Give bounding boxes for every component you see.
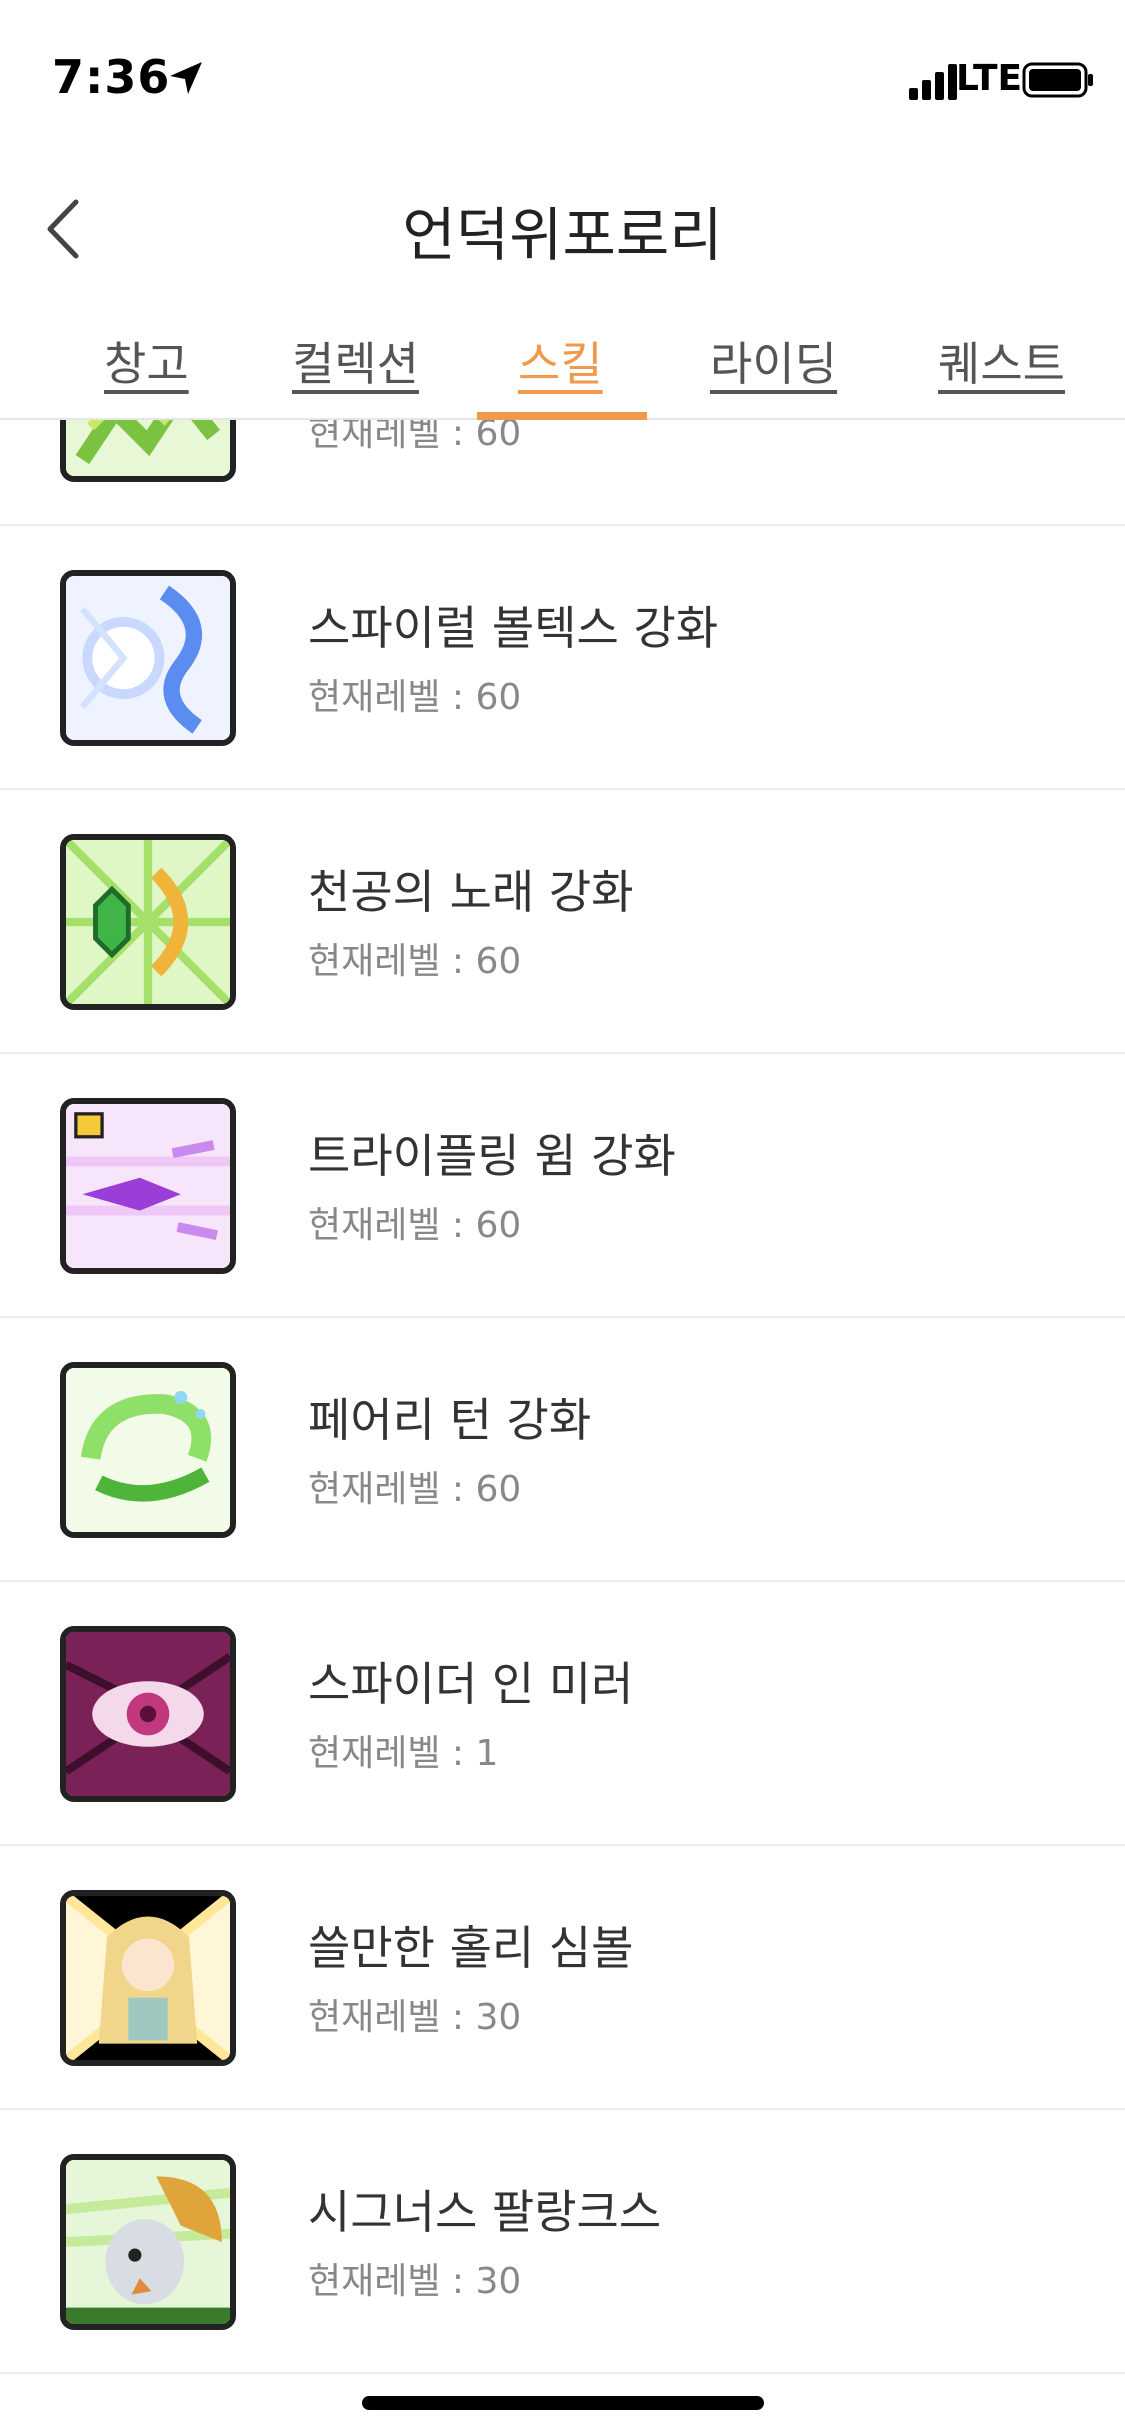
list-item[interactable]: 페어리 턴 강화 현재레벨 : 60 (0, 1318, 1125, 1582)
spiral-vortex-icon (60, 570, 236, 746)
list-item[interactable]: 스파이럴 볼텍스 강화 현재레벨 : 60 (0, 526, 1125, 790)
skill-name: 시그너스 팔랑크스 (308, 2185, 662, 2239)
skill-level: 현재레벨 : 60 (308, 941, 522, 982)
trifling-whim-icon (60, 1098, 236, 1274)
sky-song-icon (60, 834, 236, 1010)
list-item[interactable]: 쓸만한 홀리 심볼 현재레벨 : 30 (0, 1846, 1125, 2110)
list-item[interactable]: 시그너스 팔랑크스 현재레벨 : 30 (0, 2110, 1125, 2374)
skill-level: 현재레벨 : 60 (308, 420, 522, 454)
spider-in-mirror-icon (60, 1626, 236, 1802)
nav-header: 언덕위포로리 (0, 150, 1125, 300)
tab-skill[interactable]: 스킬 (518, 328, 603, 394)
skill-level: 현재레벨 : 60 (308, 1469, 522, 1510)
skill-level: 현재레벨 : 60 (308, 677, 522, 718)
green-leaf-skill-icon (60, 420, 236, 482)
fairy-turn-icon (60, 1362, 236, 1538)
tab-storage[interactable]: 창고 (104, 328, 189, 394)
active-tab-indicator (477, 412, 647, 420)
network-label: LTE (956, 58, 1023, 99)
skill-name: 트라이플링 윔 강화 (308, 1129, 676, 1183)
tab-bar: 창고 컬렉션 스킬 라이딩 퀘스트 (0, 300, 1125, 420)
skill-name: 쓸만한 홀리 심볼 (308, 1921, 634, 1975)
battery-icon (1022, 62, 1093, 98)
holy-symbol-icon (60, 1890, 236, 2066)
list-item[interactable]: 스파이더 인 미러 현재레벨 : 1 (0, 1582, 1125, 1846)
tab-collection[interactable]: 컬렉션 (292, 328, 419, 394)
location-arrow-icon (170, 62, 202, 94)
status-time: 7:36 (52, 50, 171, 104)
page-title: 언덕위포로리 (402, 201, 723, 269)
skill-name: 페어리 턴 강화 (308, 1393, 592, 1447)
status-bar: 7:36 LTE (0, 0, 1125, 150)
skill-level: 현재레벨 : 30 (308, 2261, 522, 2302)
skill-name: 스파이더 인 미러 (308, 1657, 634, 1711)
cygnus-phalanx-icon (60, 2154, 236, 2330)
skill-name: 천공의 노래 강화 (308, 865, 634, 919)
home-indicator[interactable] (362, 2396, 764, 2410)
tab-riding[interactable]: 라이딩 (710, 328, 837, 394)
skill-list: 현재레벨 : 60 스파이럴 볼텍스 강화 현재레벨 : 60 천공의 노래 강… (0, 420, 1125, 2400)
tab-quest[interactable]: 퀘스트 (938, 328, 1065, 394)
skill-level: 현재레벨 : 30 (308, 1997, 522, 2038)
list-item[interactable]: 천공의 노래 강화 현재레벨 : 60 (0, 790, 1125, 1054)
skill-level: 현재레벨 : 1 (308, 1733, 499, 1774)
list-item[interactable]: 현재레벨 : 60 (0, 420, 1125, 526)
list-item[interactable]: 트라이플링 윔 강화 현재레벨 : 60 (0, 1054, 1125, 1318)
skill-level: 현재레벨 : 60 (308, 1205, 522, 1246)
skill-name: 스파이럴 볼텍스 강화 (308, 601, 719, 655)
